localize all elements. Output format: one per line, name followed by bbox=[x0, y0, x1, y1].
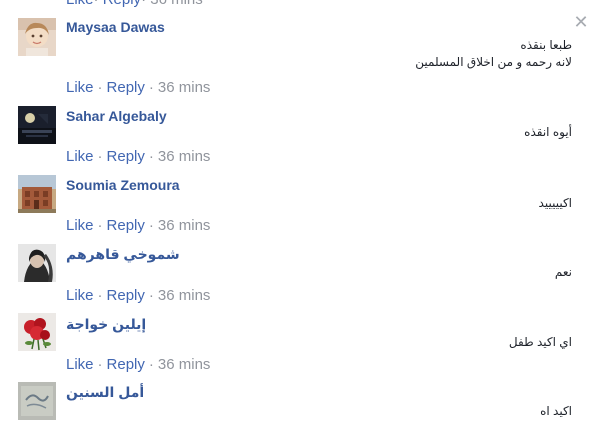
commenter-name[interactable]: Sahar Algebaly bbox=[66, 108, 167, 124]
like-link[interactable]: Like bbox=[66, 79, 94, 96]
separator: · bbox=[97, 287, 103, 304]
timestamp[interactable]: 36 mins bbox=[150, 0, 203, 8]
separator: · bbox=[148, 79, 154, 96]
timestamp[interactable]: 36 mins bbox=[158, 287, 211, 304]
comment-text: اي اكيد طفل bbox=[509, 334, 572, 351]
comment-line: اكيييييد bbox=[538, 196, 572, 210]
like-link[interactable]: Like bbox=[66, 287, 94, 304]
separator: · bbox=[141, 0, 146, 8]
comment-actions: Like · Reply · 36 mins bbox=[66, 79, 210, 96]
comment-text: اكيد اه bbox=[540, 403, 572, 420]
timestamp[interactable]: 36 mins bbox=[158, 356, 211, 373]
reply-link[interactable]: Reply bbox=[107, 148, 145, 165]
comment-text: نعم bbox=[555, 264, 572, 281]
like-link[interactable]: Like bbox=[66, 148, 94, 165]
avatar[interactable] bbox=[18, 382, 56, 420]
separator: · bbox=[148, 217, 154, 234]
avatar[interactable] bbox=[18, 18, 56, 56]
reply-link[interactable]: Reply bbox=[107, 217, 145, 234]
comment-actions: Like · Reply · 36 mins bbox=[66, 287, 210, 304]
comment-line: اي اكيد طفل bbox=[508, 335, 572, 349]
comment-text: أيوه انقذه bbox=[524, 124, 572, 141]
separator: · bbox=[148, 356, 154, 373]
separator: · bbox=[148, 148, 154, 165]
comment-actions: Like · Reply · 36 mins bbox=[66, 148, 210, 165]
separator: · bbox=[148, 287, 154, 304]
previous-comment-actions: Like· Reply· 36 mins bbox=[66, 0, 203, 8]
comment-actions: Like · Reply · 36 mins bbox=[66, 217, 210, 234]
timestamp[interactable]: 36 mins bbox=[158, 79, 211, 96]
comment-line: لانه رحمه و من اخلاق المسلمين bbox=[415, 55, 572, 69]
comment-line: أيوه انقذه bbox=[524, 125, 572, 139]
reply-link[interactable]: Reply bbox=[103, 0, 141, 8]
separator: · bbox=[97, 148, 103, 165]
close-icon[interactable]: ✕ bbox=[573, 13, 589, 31]
avatar[interactable] bbox=[18, 106, 56, 144]
avatar[interactable] bbox=[18, 175, 56, 213]
separator: · bbox=[97, 79, 103, 96]
comment-actions: Like · Reply · 36 mins bbox=[66, 356, 210, 373]
comment-line: اكيد اه bbox=[540, 404, 572, 418]
timestamp[interactable]: 36 mins bbox=[158, 217, 211, 234]
reply-link[interactable]: Reply bbox=[107, 287, 145, 304]
comment-line: طبعا بنقذه bbox=[520, 38, 572, 52]
commenter-name[interactable]: Maysaa Dawas bbox=[66, 19, 165, 35]
like-link[interactable]: Like bbox=[66, 217, 94, 234]
separator: · bbox=[94, 0, 99, 8]
separator: · bbox=[97, 356, 103, 373]
comment-text: طبعا بنقذه لانه رحمه و من اخلاق المسلمين bbox=[415, 37, 572, 71]
avatar[interactable] bbox=[18, 313, 56, 351]
reply-link[interactable]: Reply bbox=[107, 79, 145, 96]
commenter-name[interactable]: شموخي قاهرهم bbox=[66, 246, 180, 263]
reply-link[interactable]: Reply bbox=[107, 356, 145, 373]
commenter-name[interactable]: Soumia Zemoura bbox=[66, 177, 180, 193]
commenter-name[interactable]: إيلين خواجة bbox=[66, 316, 146, 333]
commenter-name[interactable]: أمل السنين bbox=[66, 384, 144, 401]
comment-text: اكيييييد bbox=[539, 195, 572, 212]
like-link[interactable]: Like bbox=[66, 0, 94, 8]
comment-line: نعم bbox=[554, 265, 572, 279]
avatar[interactable] bbox=[18, 244, 56, 282]
separator: · bbox=[97, 217, 103, 234]
like-link[interactable]: Like bbox=[66, 356, 94, 373]
timestamp[interactable]: 36 mins bbox=[158, 148, 211, 165]
